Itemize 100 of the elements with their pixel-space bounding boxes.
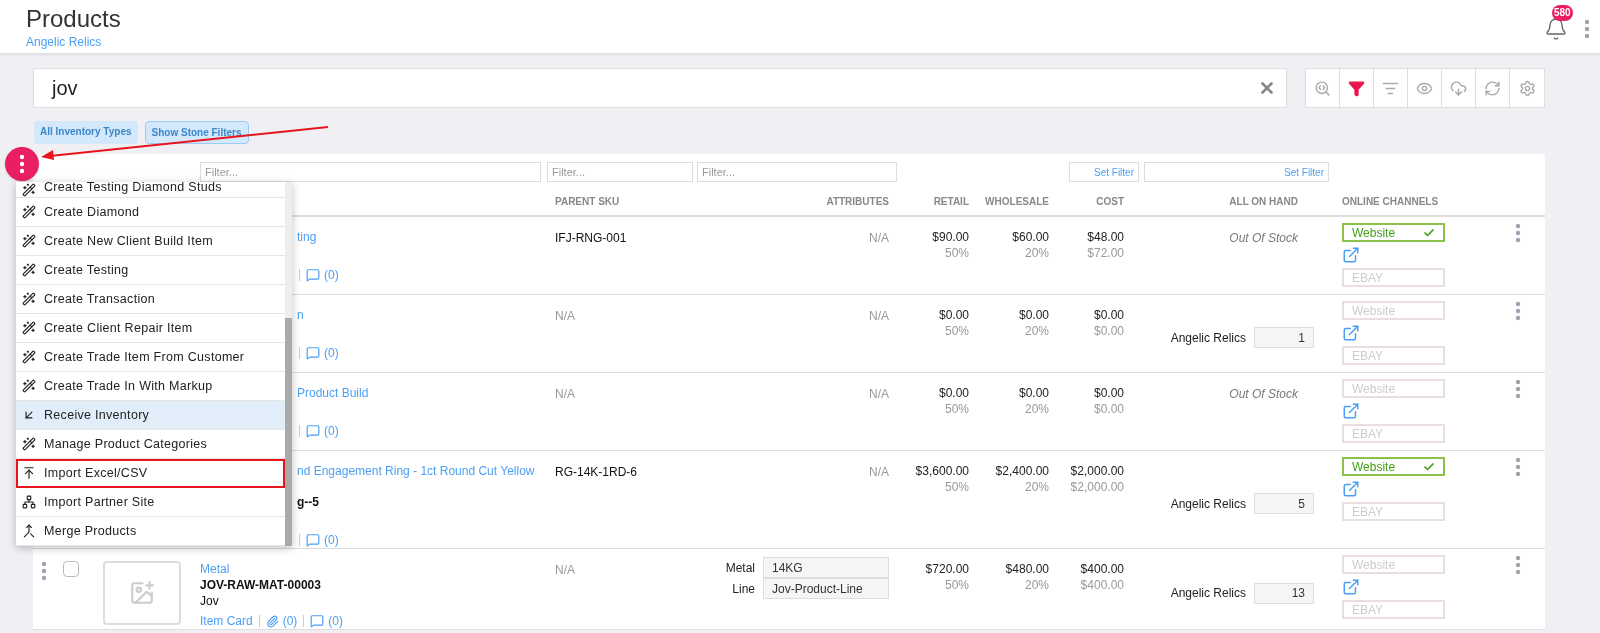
product-title-link[interactable]: nd Engagement Ring - 1ct Round Cut Yellow [297,463,535,479]
price-text: $2,400.00 [995,463,1049,479]
parent-sku-text: RG-14K-1RD-6 [555,465,638,479]
quantity-field[interactable]: 5 [1254,493,1314,514]
attribute-field[interactable]: Jov-Product-Line [763,578,889,599]
menu-item[interactable]: Create Trade Item From Customer [16,343,285,372]
settings-icon [1518,79,1536,97]
wand-icon [22,183,36,197]
sku-text: g--5 [297,494,319,510]
notification-badge: 580 [1552,5,1573,21]
set-filter-button[interactable]: Set Filter [1144,162,1329,182]
page-title: Products [26,5,121,33]
menu-item[interactable]: Create Testing Diamond Studs [16,182,285,198]
wand-icon [22,350,36,364]
more-icon[interactable] [41,561,47,581]
sub-price-text: $400.00 [1080,577,1124,593]
sku-text: JOV-RAW-MAT-00003 [200,577,322,593]
column-header[interactable]: PARENT SKU [547,194,697,209]
more-icon[interactable] [1584,19,1590,39]
attributes-text: N/A [869,464,889,481]
website-channel-toggle[interactable]: Website [1342,223,1445,242]
comment-count-link[interactable]: (0) [324,345,339,361]
comment-icon [306,346,320,360]
cloud-download-icon [1450,79,1467,97]
product-title-link[interactable]: n [297,307,304,323]
comment-icon [306,533,320,547]
stock-status-text: Out Of Stock [1229,386,1299,403]
parent-sku-text: N/A [555,309,575,323]
filter-field[interactable]: Filter... [547,162,693,182]
column-header[interactable]: RETAIL [897,194,977,209]
notifications-icon[interactable] [1544,17,1568,41]
store-subtitle-link[interactable]: Angelic Relics [26,33,121,51]
attribute-label: Line [732,580,755,598]
menu-item[interactable]: Receive Inventory [16,401,285,430]
website-channel-toggle[interactable]: Website [1342,457,1445,476]
more-icon[interactable] [1515,379,1521,399]
external-link-icon[interactable] [1342,578,1360,596]
more-icon[interactable] [1515,223,1521,243]
refresh-icon [1484,79,1501,97]
menu-item[interactable]: Create Client Repair Item [16,314,285,343]
comment-count-link[interactable]: (0) [324,532,339,548]
sub-price-text: 50% [944,245,969,261]
menu-item[interactable]: Create Diamond [16,198,285,227]
external-link-icon[interactable] [1342,246,1360,264]
sub-price-text: 50% [944,323,969,339]
product-title-link[interactable]: Product Build [297,385,369,401]
quantity-field[interactable]: 13 [1254,582,1314,604]
menu-item[interactable]: Create New Client Build Item [16,227,285,256]
menu-item[interactable]: Manage Product Categories [16,430,285,459]
product-title-link[interactable]: ting [297,229,317,245]
menu-item[interactable]: Import Excel/CSV [16,459,285,488]
menu-item[interactable]: Import Partner Site [16,488,285,517]
location-label: Angelic Relics [1170,495,1246,513]
filter-chip[interactable]: All Inventory Types [34,121,138,144]
price-text: $0.00 [1093,307,1124,323]
comment-count-link[interactable]: (0) [328,613,344,629]
parent-sku-text: IFJ-RNG-001 [555,231,627,245]
attribute-field[interactable]: 14KG [763,557,889,578]
column-header[interactable]: COST [1057,194,1132,209]
column-header[interactable]: WHOLESALE [977,194,1057,209]
attributes-text: N/A [869,386,889,403]
row-checkbox[interactable] [63,561,79,577]
menu-item[interactable]: Create Testing [16,256,285,285]
brand-text: Jov [200,593,220,609]
price-text: $400.00 [1080,561,1124,577]
product-title-link[interactable]: Metal [200,561,230,577]
comment-count-link[interactable]: (0) [324,423,339,439]
filter-field[interactable]: Filter... [200,162,541,182]
menu-item[interactable]: Create Transaction [16,285,285,314]
comment-icon [310,614,325,628]
attachment-count-link[interactable]: (0) [282,613,298,629]
wand-icon [22,321,36,335]
quantity-field[interactable]: 1 [1254,327,1314,348]
more-icon[interactable] [1515,555,1521,575]
stock-status-text: Out Of Stock [1229,230,1299,247]
filter-field[interactable]: Filter... [697,162,897,182]
item-card-link[interactable]: Item Card [200,613,253,629]
scrollbar-thumb[interactable] [285,318,292,546]
external-link-icon[interactable] [1342,480,1360,498]
clear-icon[interactable] [1258,79,1276,97]
menu-item[interactable]: Merge Products [16,517,285,546]
external-link-icon[interactable] [1342,402,1360,420]
external-link-icon[interactable] [1342,324,1360,342]
filter-icon [1348,79,1365,97]
actions-fab[interactable] [5,147,39,181]
column-header[interactable]: ATTRIBUTES [697,194,897,209]
price-text: $0.00 [938,385,969,401]
sub-price-text: 50% [944,479,969,495]
more-icon[interactable] [1515,457,1521,477]
price-text: $480.00 [1005,561,1049,577]
set-filter-button[interactable]: Set Filter [1069,162,1139,182]
filter-chip[interactable]: Show Stone Filters [144,121,249,144]
column-header[interactable]: ALL ON HAND [1132,194,1322,209]
comment-count-link[interactable]: (0) [324,267,339,283]
price-text: $3,600.00 [915,463,969,479]
search-field[interactable]: jov [33,68,1287,108]
price-text: $60.00 [1012,229,1049,245]
more-icon[interactable] [1515,301,1521,321]
column-header[interactable]: ONLINE CHANNELS [1322,194,1507,209]
wand-icon [22,263,36,277]
